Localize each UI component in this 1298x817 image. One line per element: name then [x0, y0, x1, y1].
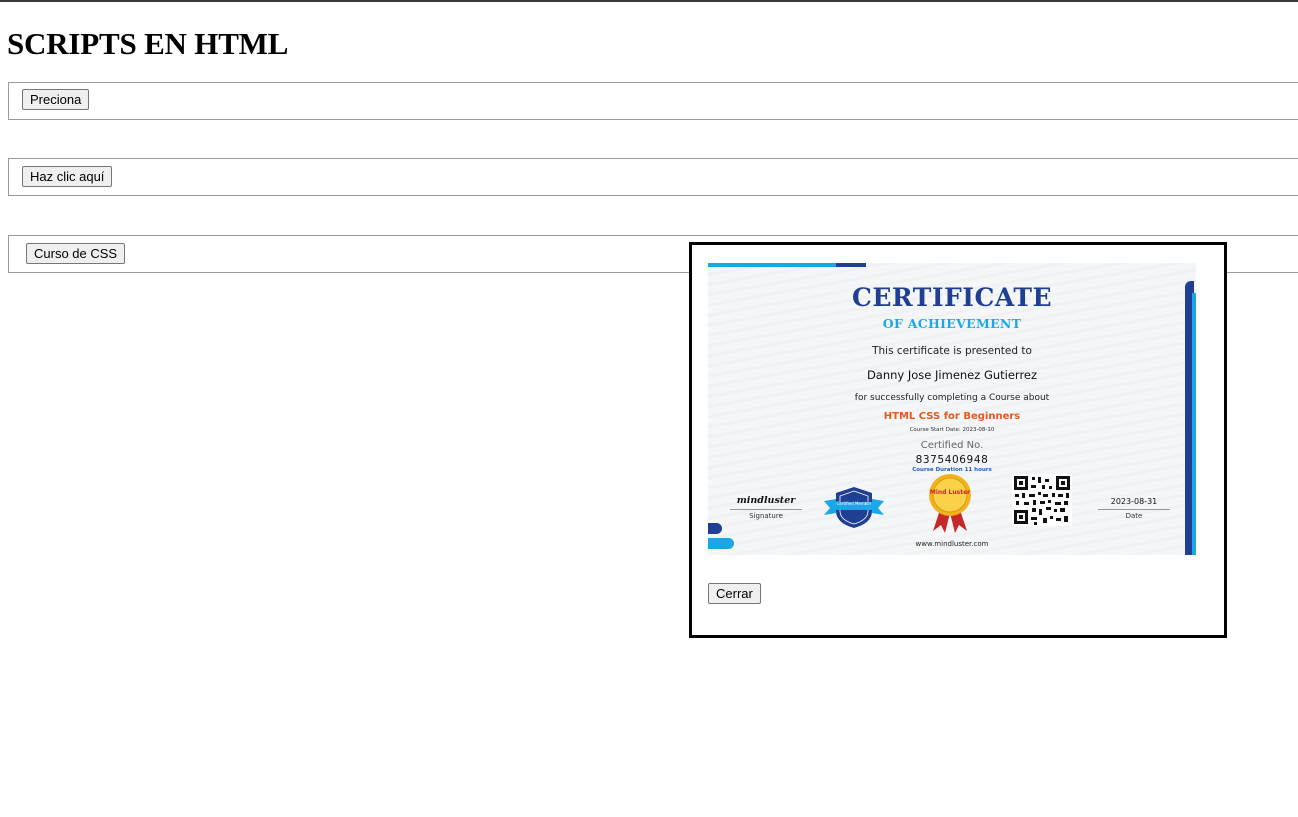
top-border — [0, 0, 1298, 2]
decor-bar — [836, 263, 866, 267]
certificate-subtitle: OF ACHIEVEMENT — [882, 316, 1022, 331]
signature-label: Signature — [749, 512, 783, 520]
signature-line — [730, 509, 802, 510]
course-name: HTML CSS for Beginners — [883, 411, 1021, 422]
date-block: 2023-08-31 Date — [1098, 495, 1170, 520]
course-start-date: Course Start Date: 2023-08-10 — [909, 427, 995, 433]
certificate-image: CERTIFICATE OF ACHIEVEMENT This certific… — [708, 263, 1196, 555]
preciona-button[interactable]: Preciona — [22, 89, 90, 110]
decor-shape — [708, 523, 722, 534]
cerrar-button[interactable]: Cerrar — [708, 583, 761, 604]
date-label: Date — [1125, 512, 1143, 520]
fieldset-haz-clic — [8, 158, 1298, 196]
page-title: SCRIPTS EN HTML — [7, 26, 289, 61]
decor-bar — [708, 263, 838, 267]
badge-text: Certified Member — [837, 501, 872, 506]
date-line — [1098, 509, 1170, 510]
completing-text: for successfully completing a Course abo… — [854, 393, 1050, 403]
presented-to-text: This certificate is presented to — [872, 345, 1032, 357]
certified-label: Certified No. — [920, 440, 984, 451]
recipient-name: Danny Jose Jimenez Gutierrez — [866, 368, 1038, 382]
certificate-date: 2023-08-31 — [1110, 497, 1158, 506]
website-text: www.mindluster.com — [915, 540, 989, 548]
certificate-modal: CERTIFICATE OF ACHIEVEMENT This certific… — [689, 242, 1227, 638]
curso-css-button[interactable]: Curso de CSS — [26, 243, 126, 264]
mindluster-seal-icon: Mind Luster — [929, 474, 971, 533]
certified-number: 8375406948 — [915, 454, 989, 466]
signature-name: mindluster — [736, 495, 796, 506]
fieldset-preciona — [8, 82, 1298, 120]
decor-bar — [1192, 293, 1196, 555]
signature-block: mindluster Signature — [730, 495, 802, 520]
qr-code-icon — [1012, 474, 1072, 526]
seal-text: Mind Luster — [930, 489, 970, 496]
certified-member-badge-icon: Certified Member — [824, 487, 884, 528]
haz-clic-button[interactable]: Haz clic aquí — [22, 166, 113, 187]
certificate-title: CERTIFICATE — [851, 283, 1053, 312]
